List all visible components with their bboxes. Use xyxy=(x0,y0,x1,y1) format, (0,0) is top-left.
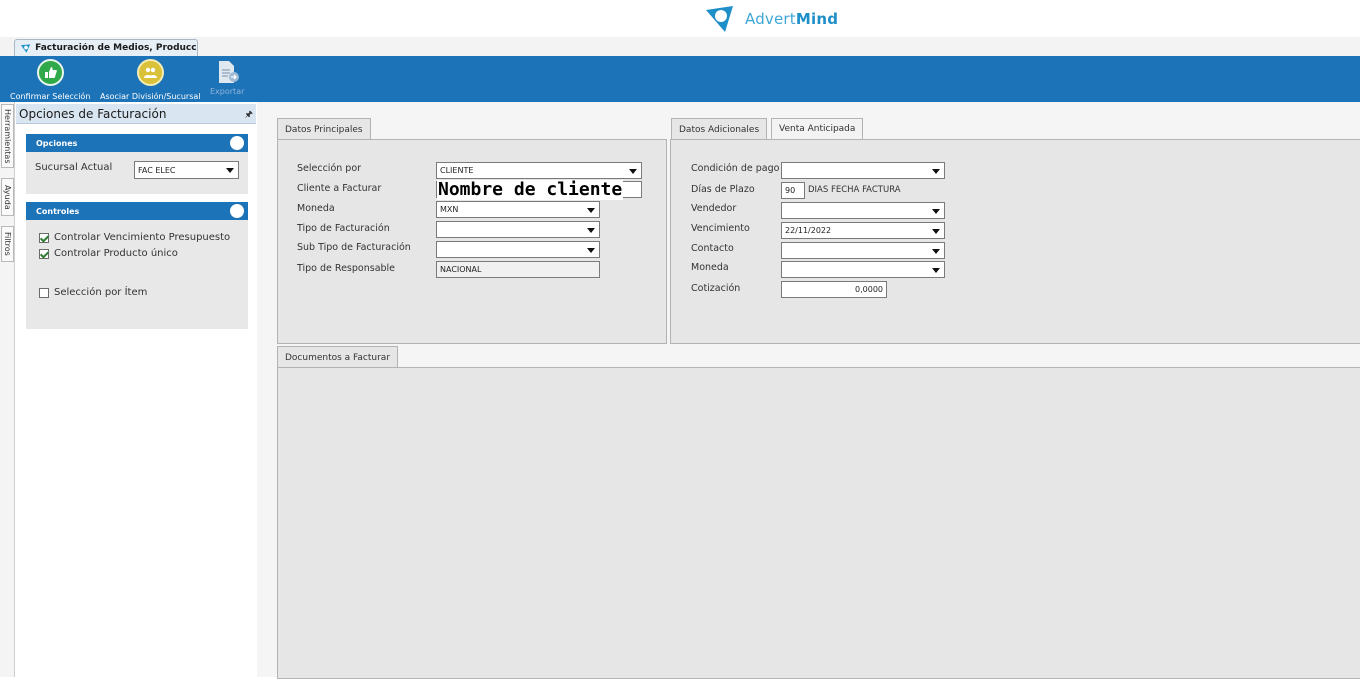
confirm-selection-label: Confirmar Selección xyxy=(10,92,91,101)
check-budget-label: Controlar Vencimiento Presupuesto xyxy=(54,232,231,243)
contact-select[interactable] xyxy=(781,242,945,259)
additional-currency-label: Moneda xyxy=(691,262,729,273)
term-days-label: Días de Plazo xyxy=(691,184,755,195)
document-tab-title: Facturación de Medios, Producci... xyxy=(35,43,197,53)
side-tab-filters-label: Filtros xyxy=(3,232,12,256)
due-date-picker[interactable]: 22/11/2022 xyxy=(781,222,945,239)
chevron-down-icon xyxy=(932,268,940,273)
confirm-selection-button[interactable]: Confirmar Selección xyxy=(10,58,90,101)
responsible-type-label: Tipo de Responsable xyxy=(297,263,396,274)
exchange-rate-field[interactable]: 0,0000 xyxy=(781,281,887,298)
tab-documents[interactable]: Documentos a Facturar xyxy=(277,346,399,368)
chevron-down-icon xyxy=(587,208,595,213)
side-tab-help[interactable]: Ayuda xyxy=(1,178,14,216)
document-tab-billing[interactable]: Facturación de Medios, Producci... xyxy=(14,39,198,56)
options-group: Opciones Sucursal Actual FAC ELEC xyxy=(26,134,248,194)
panel-header: Opciones de Facturación 🖈 xyxy=(16,104,256,124)
brand-name: AdvertMind xyxy=(745,10,839,28)
additional-data-box: Condición de pago Días de Plazo 90 DIAS … xyxy=(670,139,1360,344)
currency-select-value: MXN xyxy=(440,205,459,214)
options-group-title: Opciones xyxy=(36,138,78,148)
controls-group-header[interactable]: Controles xyxy=(26,202,248,220)
associate-division-label: Asociar División/Sucursal xyxy=(100,92,201,101)
check-item-label: Selección por Ítem xyxy=(54,287,148,298)
chevron-down-icon xyxy=(932,209,940,214)
term-days-suffix: DIAS FECHA FACTURA xyxy=(808,185,901,195)
side-tab-filters[interactable]: Filtros xyxy=(1,226,14,262)
tab-additional-data[interactable]: Datos Adicionales xyxy=(671,118,768,140)
branch-label: Sucursal Actual xyxy=(35,162,113,173)
seller-label: Vendedor xyxy=(691,203,737,214)
due-date-value: 22/11/2022 xyxy=(785,226,832,235)
export-button[interactable]: Exportar xyxy=(210,58,244,96)
chevron-down-icon xyxy=(587,248,595,253)
contact-label: Contacto xyxy=(691,243,734,254)
main-data-box: Selección por CLIENTE Cliente a Facturar… xyxy=(277,139,667,344)
advertmind-logo-icon xyxy=(706,6,733,32)
billing-subtype-label: Sub Tipo de Facturación xyxy=(297,242,411,253)
options-group-header[interactable]: Opciones xyxy=(26,134,248,152)
app-tab-icon xyxy=(20,43,31,53)
branch-select[interactable]: FAC ELEC xyxy=(134,161,239,179)
main-content: Datos Principales Selección por CLIENTE … xyxy=(257,102,1360,679)
tab-advance-sale[interactable]: Venta Anticipada xyxy=(771,118,864,139)
controls-group-title: Controles xyxy=(36,206,80,216)
side-tab-help-label: Ayuda xyxy=(3,184,12,210)
responsible-type-field[interactable]: NACIONAL xyxy=(436,261,600,278)
document-tab-strip: Facturación de Medios, Producci... xyxy=(0,37,1360,56)
chevron-down-icon xyxy=(226,168,234,173)
controls-group: Controles Controlar Vencimiento Presupue… xyxy=(26,202,248,329)
term-days-field[interactable]: 90 xyxy=(781,182,805,199)
export-icon xyxy=(214,58,241,85)
currency-select[interactable]: MXN xyxy=(436,201,600,218)
people-icon xyxy=(136,59,164,86)
billing-subtype-select[interactable] xyxy=(436,241,600,258)
check-select-by-item[interactable]: Selección por Ítem xyxy=(39,287,147,298)
branch-select-value: FAC ELEC xyxy=(138,165,176,175)
seller-select[interactable] xyxy=(781,202,945,219)
billing-type-select[interactable] xyxy=(436,221,600,238)
panel-title: Opciones de Facturación xyxy=(19,106,167,121)
collapse-toggle-icon[interactable] xyxy=(230,204,244,218)
checkbox-checked-icon[interactable] xyxy=(39,232,49,243)
currency-label: Moneda xyxy=(297,203,335,214)
export-label: Exportar xyxy=(210,87,245,96)
pin-icon[interactable]: 🖈 xyxy=(245,107,253,123)
additional-currency-select[interactable] xyxy=(781,261,945,278)
billing-options-panel: Opciones de Facturación 🖈 Opciones Sucur… xyxy=(16,102,256,677)
associate-division-button[interactable]: Asociar División/Sucursal xyxy=(100,58,200,101)
side-tab-tools-label: Herramientas xyxy=(3,108,12,164)
check-budget-expiration[interactable]: Controlar Vencimiento Presupuesto xyxy=(39,232,230,243)
chevron-down-icon xyxy=(629,169,637,174)
collapse-toggle-icon[interactable] xyxy=(230,136,244,150)
documents-grid-area xyxy=(277,367,1360,679)
chevron-down-icon xyxy=(932,169,940,174)
check-single-product[interactable]: Controlar Producto único xyxy=(39,248,178,259)
billing-type-label: Tipo de Facturación xyxy=(297,223,390,234)
chevron-down-icon xyxy=(932,249,940,254)
side-tab-tools[interactable]: Herramientas xyxy=(1,104,14,168)
app-header: AdvertMind xyxy=(0,0,1360,37)
chevron-down-icon xyxy=(587,228,595,233)
selection-select-value: CLIENTE xyxy=(440,166,474,175)
selection-label: Selección por xyxy=(297,163,362,174)
advertmind-logo: AdvertMind xyxy=(703,2,838,36)
payment-condition-label: Condición de pago xyxy=(691,163,780,174)
checkbox-unchecked-icon[interactable] xyxy=(39,287,49,298)
tab-main-data[interactable]: Datos Principales xyxy=(277,118,371,140)
client-label: Cliente a Facturar xyxy=(297,183,382,194)
payment-condition-select[interactable] xyxy=(781,162,945,179)
side-tool-tabs: Herramientas Ayuda Filtros xyxy=(0,102,15,677)
client-name-value: Nombre de cliente xyxy=(437,179,624,200)
checkbox-checked-icon[interactable] xyxy=(39,248,49,259)
exchange-rate-label: Cotización xyxy=(691,283,741,294)
check-product-label: Controlar Producto único xyxy=(54,248,178,259)
due-date-label: Vencimiento xyxy=(691,223,750,234)
thumbs-up-icon xyxy=(36,59,64,86)
selection-select[interactable]: CLIENTE xyxy=(436,162,642,179)
ribbon-toolbar: Confirmar Selección Asociar División/Suc… xyxy=(0,56,1360,102)
chevron-down-icon xyxy=(932,229,940,234)
